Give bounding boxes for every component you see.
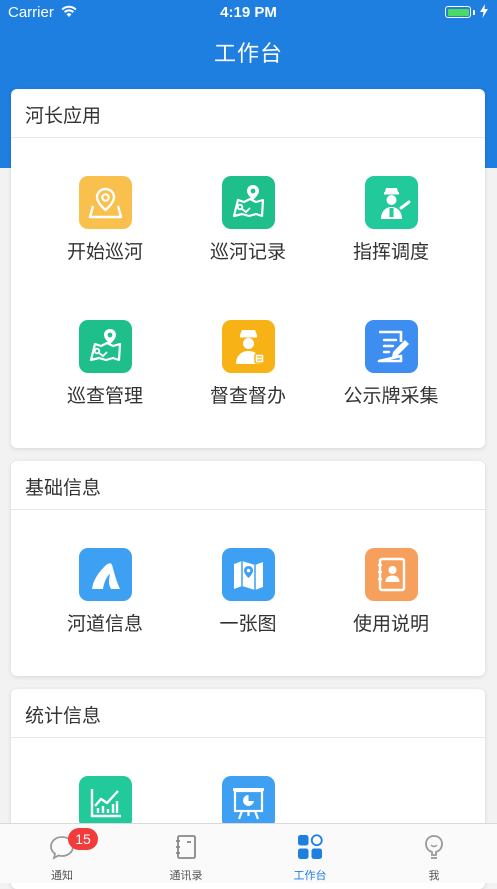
- tab-label: 我: [428, 869, 440, 882]
- edit-note-icon: [364, 320, 418, 373]
- section-card-river-chief-apps: 河长应用 开始巡河 巡河记录 指挥调度 巡查管理 督查督办 公示牌采集: [11, 89, 485, 448]
- tab-me[interactable]: 我: [372, 824, 496, 884]
- clock: 4:19 PM: [220, 4, 277, 21]
- tab-workbench[interactable]: 工作台: [248, 824, 372, 884]
- app-label: 使用说明: [352, 613, 429, 635]
- charging-icon: [480, 4, 488, 18]
- divider: [11, 137, 485, 138]
- unread-badge: 15: [68, 828, 98, 850]
- river-icon: [78, 548, 132, 601]
- tab-label: 通知: [51, 869, 73, 882]
- app-label: 河道信息: [66, 613, 143, 635]
- app-supervision[interactable]: 督查督办: [173, 320, 323, 408]
- app-one-map[interactable]: 一张图: [173, 548, 323, 636]
- app-label: 巡查管理: [66, 385, 143, 407]
- divider: [11, 509, 485, 510]
- tab-notifications[interactable]: 15 通知: [0, 824, 124, 884]
- map-route-icon: [221, 176, 275, 229]
- tab-label: 工作台: [293, 869, 327, 882]
- tab-contacts[interactable]: 通讯录: [124, 824, 248, 884]
- battery-nub: [473, 10, 475, 15]
- app-instructions[interactable]: 使用说明: [316, 548, 466, 636]
- section-card-basic-info: 基础信息 河道信息 一张图 使用说明: [11, 461, 485, 676]
- app-label: 督查督办: [209, 385, 286, 407]
- inspector-icon: [221, 320, 275, 373]
- app-inspection-management[interactable]: 巡查管理: [30, 320, 180, 408]
- map-route-icon: [78, 320, 132, 373]
- address-book-icon: [176, 835, 196, 859]
- page-title: 工作台: [213, 42, 283, 67]
- app-label: 一张图: [219, 613, 277, 635]
- app-statistics-report[interactable]: [173, 776, 323, 829]
- app-label: 指挥调度: [352, 241, 429, 263]
- map-pin-icon: [78, 176, 132, 229]
- section-title: 统计信息: [25, 705, 102, 727]
- app-label: 巡河记录: [209, 241, 286, 263]
- status-bar: Carrier 4:19 PM: [0, 0, 497, 26]
- tab-bar: 15 通知 通讯录 工作台 我: [0, 823, 497, 883]
- battery-level: [447, 8, 469, 16]
- section-title: 基础信息: [25, 477, 102, 499]
- app-label: 公示牌采集: [343, 385, 439, 407]
- tab-label: 通讯录: [169, 869, 203, 882]
- workbench-icon: [298, 834, 323, 859]
- app-signboard-collection[interactable]: 公示牌采集: [316, 320, 466, 408]
- profile-icon: [425, 835, 443, 859]
- line-chart-icon: [78, 776, 132, 829]
- app-label: 开始巡河: [66, 241, 143, 263]
- app-command-dispatch[interactable]: 指挥调度: [316, 176, 466, 264]
- contact-book-icon: [364, 548, 418, 601]
- app-river-info[interactable]: 河道信息: [30, 548, 180, 636]
- presentation-icon: [221, 776, 275, 829]
- traffic-police-icon: [364, 176, 418, 229]
- app-patrol-records[interactable]: 巡河记录: [173, 176, 323, 264]
- divider: [11, 737, 485, 738]
- section-title: 河长应用: [25, 105, 102, 127]
- battery-icon: [445, 6, 471, 18]
- app-start-patrol[interactable]: 开始巡河: [30, 176, 180, 264]
- map-icon: [221, 548, 275, 601]
- app-statistics-chart[interactable]: [30, 776, 180, 829]
